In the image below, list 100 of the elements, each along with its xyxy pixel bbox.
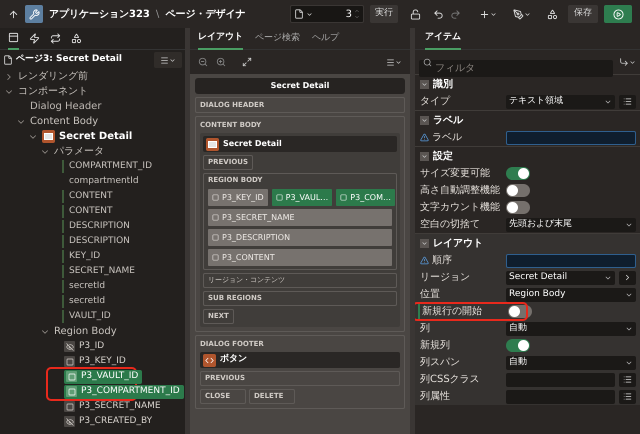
list-button[interactable] (619, 390, 636, 404)
zoom-out-icon[interactable] (198, 57, 208, 67)
run-page-button[interactable]: 実行 (370, 5, 398, 23)
run-button[interactable] (604, 5, 632, 23)
toggle-switch[interactable] (506, 201, 530, 214)
region-title[interactable]: ボタン (220, 353, 247, 367)
tree-node[interactable]: Secret Detail (59, 129, 132, 144)
group-title[interactable]: ラベル (433, 112, 463, 128)
add-menu[interactable] (479, 8, 497, 20)
collapse-toggle[interactable] (420, 80, 429, 88)
tree-node[interactable]: Dialog Header (30, 99, 102, 114)
unlock-icon[interactable] (410, 8, 421, 20)
group-title[interactable]: 識別 (433, 76, 453, 92)
property-label: 列属性 (420, 390, 450, 404)
tree-node[interactable]: secretId (69, 294, 106, 308)
tree-node[interactable]: COMPARTMENT_ID (69, 160, 152, 174)
text-field[interactable] (506, 390, 615, 404)
select-field[interactable]: 自動 (506, 356, 636, 370)
property-label: 順序 (432, 254, 452, 268)
dynamic-icon (29, 33, 40, 44)
tree-node[interactable]: SECRET_NAME (69, 264, 135, 278)
page-item[interactable]: P3_VAUL… (272, 189, 332, 206)
save-button[interactable]: 保存 (568, 5, 598, 23)
expand-icon[interactable] (242, 57, 252, 67)
go-to-group-menu[interactable] (619, 57, 636, 67)
list-button[interactable] (619, 94, 636, 108)
page-icon (3, 55, 13, 65)
app-icon[interactable] (25, 5, 43, 23)
list-icon (623, 392, 632, 401)
select-field[interactable]: Region Body (506, 288, 636, 302)
tree-node[interactable]: CONTENT (69, 190, 113, 204)
undo-icon[interactable] (433, 8, 444, 20)
zoom-in-icon[interactable] (216, 57, 226, 67)
tree-node[interactable]: パラメータ (54, 144, 104, 159)
page-item[interactable]: P3_SECRET_NAME (208, 209, 392, 226)
select-field[interactable]: Secret Detail (506, 270, 615, 284)
panel-tab[interactable]: ヘルプ (312, 28, 339, 50)
tree-node[interactable]: VAULT_ID (69, 310, 111, 324)
app-name[interactable]: アプリケーション323 (49, 6, 150, 22)
tree-node[interactable]: CONTENT (69, 204, 113, 218)
select-field[interactable]: 先頭および末尾 (506, 218, 636, 232)
toggle-switch[interactable] (506, 167, 530, 180)
arrow-up-icon[interactable] (8, 8, 19, 20)
page-item[interactable]: P3_KEY_ID (208, 189, 268, 206)
eye-off-icon (66, 342, 74, 350)
tree-node[interactable]: secretId (69, 280, 106, 294)
toggle-switch[interactable] (506, 184, 530, 197)
tree-node[interactable]: Content Body (30, 114, 98, 129)
panel-tab[interactable]: アイテム (425, 28, 461, 50)
text-field[interactable] (506, 254, 636, 268)
tree-item[interactable]: P3_CREATED_BY (62, 414, 156, 428)
play-icon (612, 8, 624, 20)
page-number-field[interactable]: 3 (290, 5, 364, 23)
property-label: タイプ (420, 94, 450, 109)
corner-arrow-icon (619, 57, 629, 67)
tree-node[interactable]: Region Body (54, 324, 117, 339)
code-icon (203, 354, 216, 366)
tree-node[interactable]: レンダリング前 (18, 69, 88, 84)
group-title[interactable]: 設定 (433, 148, 453, 164)
property-label: 位置 (420, 288, 440, 302)
page-item[interactable]: P3_CONTENT (208, 249, 392, 266)
text-field[interactable] (506, 130, 636, 144)
list-icon (623, 375, 632, 384)
text-field[interactable] (506, 372, 615, 386)
chevron-down-icon (629, 58, 636, 66)
navigate-button[interactable] (619, 270, 636, 284)
filter-field[interactable]: フィルタ (419, 60, 613, 76)
collapse-toggle[interactable] (420, 116, 429, 124)
chevron-down-icon (421, 116, 428, 124)
toggle-switch[interactable] (508, 305, 532, 318)
select-field[interactable]: 自動 (506, 322, 636, 336)
panel-tab[interactable]: レイアウト (198, 28, 243, 50)
utilities-menu[interactable] (513, 8, 531, 20)
tree-node[interactable]: コンポーネント (18, 84, 88, 99)
tree-node[interactable]: DESCRIPTION (69, 220, 130, 234)
tree-item[interactable]: P3_KEY_ID (62, 354, 130, 368)
page-item[interactable]: P3_DESCRIPTION (208, 229, 392, 246)
tree-item[interactable]: P3_SECRET_NAME (62, 400, 165, 414)
select-field[interactable]: テキスト領域 (506, 94, 615, 108)
chevron-down-icon (524, 10, 531, 18)
group-title[interactable]: レイアウト (433, 236, 483, 250)
layout-menu-button[interactable] (386, 58, 402, 66)
toggle-switch[interactable] (506, 339, 530, 352)
list-button[interactable] (619, 372, 636, 386)
tree-item[interactable]: P3_COMPARTMENT_ID (64, 384, 184, 398)
page-item[interactable]: P3_COM… (336, 189, 395, 206)
collapse-toggle[interactable] (420, 152, 429, 160)
tree-node[interactable]: KEY_ID (69, 250, 100, 264)
collapse-toggle[interactable] (420, 238, 429, 248)
page-node[interactable]: ページ3: Secret Detail (16, 53, 151, 67)
panel-tab[interactable]: ページ検索 (255, 28, 300, 50)
tree-node[interactable]: DESCRIPTION (69, 234, 130, 248)
shapes-icon[interactable] (547, 8, 558, 20)
tree-node[interactable]: compartmentId (69, 174, 139, 188)
required-icon (420, 256, 429, 265)
tree-item[interactable]: P3_ID (62, 340, 108, 354)
redo-icon[interactable] (450, 8, 461, 20)
tree-item[interactable]: P3_VAULT_ID (64, 370, 142, 384)
tree-menu-button[interactable] (154, 52, 182, 68)
square-icon (212, 254, 219, 261)
